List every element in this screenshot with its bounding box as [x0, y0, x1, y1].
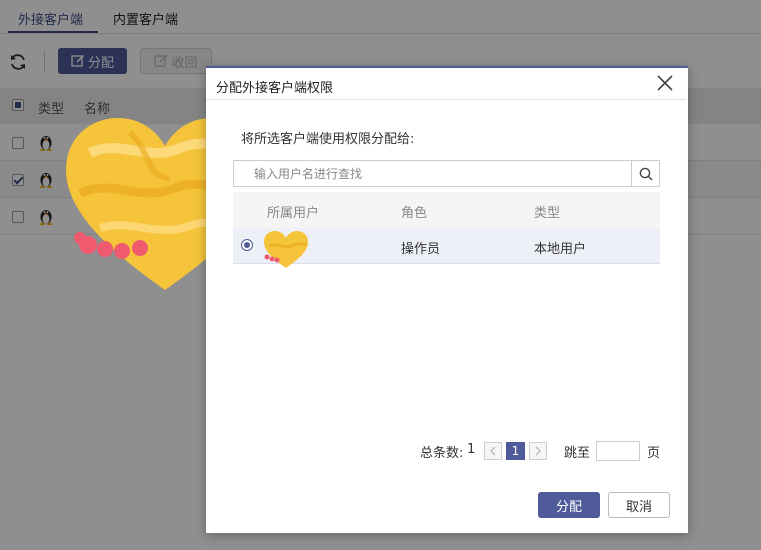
cancel-button[interactable]: 取消: [608, 492, 670, 518]
chevron-right-icon: [535, 446, 541, 456]
assign-permission-dialog: 分配外接客户端权限 将所选客户端使用权限分配给: 所属用户 角色 类型: [206, 66, 688, 533]
user-radio[interactable]: [241, 239, 253, 251]
dialog-title-divider: [206, 99, 686, 100]
dialog-title: 分配外接客户端权限: [216, 81, 334, 96]
user-search-box: [233, 160, 660, 187]
dialog-description: 将所选客户端使用权限分配给:: [241, 132, 415, 147]
column-role: 角色: [401, 206, 428, 221]
user-type: 本地用户: [534, 242, 587, 257]
user-search-input[interactable]: [234, 161, 631, 186]
heart-sticker-icon: [264, 231, 308, 268]
prev-page-button[interactable]: [484, 442, 502, 460]
column-owner-user: 所属用户: [267, 206, 320, 221]
jump-to-label: 跳至: [564, 446, 591, 461]
next-page-button[interactable]: [529, 442, 547, 460]
close-icon[interactable]: [656, 74, 674, 92]
search-icon: [639, 167, 653, 181]
total-count-value: 1: [467, 442, 476, 457]
current-page[interactable]: 1: [506, 442, 525, 460]
page-unit-label: 页: [647, 446, 661, 461]
user-role: 操作员: [401, 242, 441, 257]
app-page: 外接客户端 内置客户端 分配 收回 类型 名称 分配外接客户端权限 将所选客户端…: [0, 0, 761, 550]
column-user-type: 类型: [534, 206, 561, 221]
user-table-header: 所属用户 角色 类型: [233, 192, 660, 228]
jump-page-input[interactable]: [596, 441, 640, 461]
search-button[interactable]: [631, 161, 659, 186]
confirm-assign-button[interactable]: 分配: [538, 492, 600, 518]
user-table-row[interactable]: 操作员 本地用户: [233, 228, 660, 268]
total-count-label: 总条数:: [420, 446, 464, 461]
chevron-left-icon: [490, 446, 496, 456]
